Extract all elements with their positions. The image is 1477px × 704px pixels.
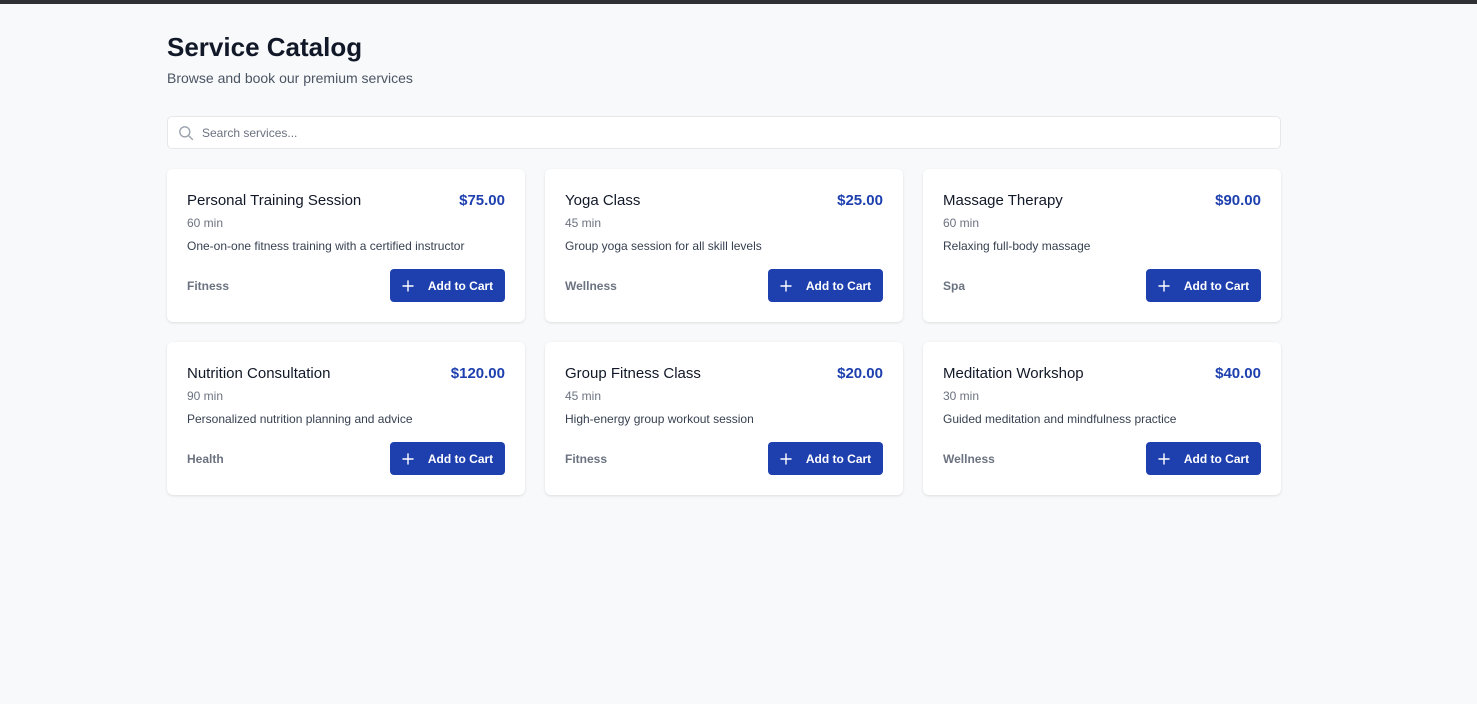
service-category: Wellness: [565, 278, 617, 293]
service-category: Health: [187, 451, 224, 466]
service-card: Group Fitness Class $20.00 45 min High-e…: [545, 342, 903, 495]
search-input[interactable]: [202, 117, 1262, 148]
service-description: Relaxing full-body massage: [943, 239, 1091, 253]
service-duration: 45 min: [565, 389, 602, 403]
search-bar: [167, 116, 1281, 149]
service-price: $20.00: [837, 365, 883, 382]
plus-icon: [780, 279, 792, 292]
service-duration: 60 min: [187, 216, 224, 230]
service-duration: 90 min: [187, 389, 224, 403]
plus-icon: [1158, 279, 1170, 292]
page-title: Service Catalog: [167, 32, 363, 62]
service-description: Guided meditation and mindfulness practi…: [943, 412, 1177, 426]
service-price: $25.00: [837, 192, 883, 209]
service-grid: Personal Training Session $75.00 60 min …: [167, 169, 1281, 495]
search-icon: [179, 126, 194, 141]
top-border: [0, 0, 1477, 4]
service-card: Nutrition Consultation $120.00 90 min Pe…: [167, 342, 525, 495]
service-description: One-on-one fitness training with a certi…: [187, 239, 465, 253]
service-description: Personalized nutrition planning and advi…: [187, 412, 413, 426]
service-card: Yoga Class $25.00 45 min Group yoga sess…: [545, 169, 903, 322]
page-subtitle: Browse and book our premium services: [167, 70, 413, 86]
plus-icon: [402, 452, 414, 465]
plus-icon: [1158, 452, 1170, 465]
service-title: Meditation Workshop: [943, 365, 1084, 382]
service-duration: 60 min: [943, 216, 980, 230]
service-category: Wellness: [943, 451, 995, 466]
service-card: Meditation Workshop $40.00 30 min Guided…: [923, 342, 1281, 495]
add-to-cart-button[interactable]: Add to Cart: [768, 442, 883, 475]
service-description: Group yoga session for all skill levels: [565, 239, 762, 253]
service-description: High-energy group workout session: [565, 412, 754, 426]
add-to-cart-button[interactable]: Add to Cart: [1146, 269, 1261, 302]
add-to-cart-label: Add to Cart: [1183, 278, 1250, 293]
service-title: Yoga Class: [565, 192, 641, 209]
service-title: Nutrition Consultation: [187, 365, 331, 382]
add-to-cart-label: Add to Cart: [1183, 451, 1250, 466]
add-to-cart-button[interactable]: Add to Cart: [768, 269, 883, 302]
add-to-cart-label: Add to Cart: [427, 451, 494, 466]
service-price: $75.00: [459, 192, 505, 209]
add-to-cart-button[interactable]: Add to Cart: [390, 269, 505, 302]
service-price: $40.00: [1215, 365, 1261, 382]
service-duration: 45 min: [565, 216, 602, 230]
service-title: Massage Therapy: [943, 192, 1063, 209]
plus-icon: [780, 452, 792, 465]
service-title: Group Fitness Class: [565, 365, 701, 382]
add-to-cart-label: Add to Cart: [805, 278, 872, 293]
service-price: $120.00: [450, 365, 505, 382]
add-to-cart-label: Add to Cart: [805, 451, 872, 466]
service-category: Fitness: [187, 278, 230, 293]
service-title: Personal Training Session: [187, 192, 362, 209]
plus-icon: [402, 279, 414, 292]
add-to-cart-button[interactable]: Add to Cart: [390, 442, 505, 475]
main-content: Service Catalog Browse and book our prem…: [167, 30, 1281, 495]
service-card: Personal Training Session $75.00 60 min …: [167, 169, 525, 322]
service-category: Spa: [943, 278, 966, 293]
service-duration: 30 min: [943, 389, 980, 403]
service-category: Fitness: [565, 451, 608, 466]
service-card: Massage Therapy $90.00 60 min Relaxing f…: [923, 169, 1281, 322]
add-to-cart-label: Add to Cart: [427, 278, 494, 293]
service-price: $90.00: [1215, 192, 1261, 209]
add-to-cart-button[interactable]: Add to Cart: [1146, 442, 1261, 475]
